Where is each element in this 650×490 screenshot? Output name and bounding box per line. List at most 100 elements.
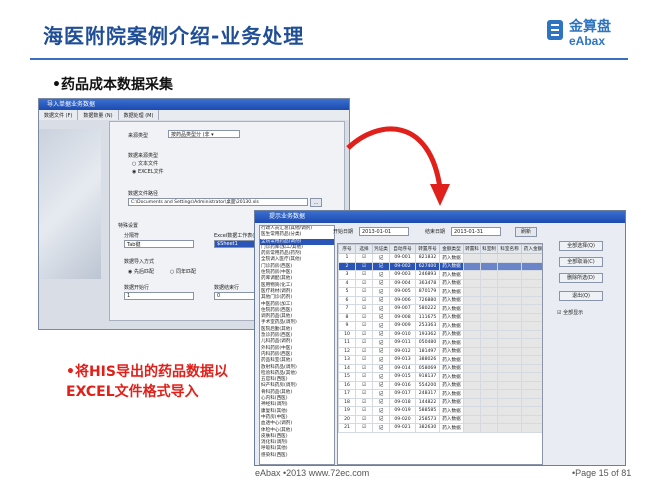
tab-data-file[interactable]: 数据文件 (F) — [39, 110, 79, 120]
table-row[interactable]: 19 ☑ 记 09-019 588585 药入数据 — [338, 406, 542, 416]
table-cell-redacted — [497, 338, 522, 348]
end-date-input[interactable]: 2013-01-31 — [451, 227, 501, 236]
table-cell: 09-020 — [389, 414, 416, 424]
table-row[interactable]: 8 ☑ 记 09-008 111675 药入数据 — [338, 312, 542, 322]
table-row[interactable]: 1 ☑ 记 09-001 821832 药入数据 — [338, 253, 542, 263]
grid-column-header[interactable]: 选择 — [355, 244, 373, 254]
table-cell: 9 — [338, 321, 356, 331]
table-cell: 记 — [372, 338, 390, 348]
table-row[interactable]: 21 ☑ 记 09-021 382630 药入数据 — [338, 423, 542, 433]
table-cell-redacted — [463, 346, 481, 356]
table-cell: 3 — [338, 270, 356, 280]
table-row[interactable]: 2 ☑ 记 09-002 627400 药入数据 — [338, 261, 542, 271]
radio-mode-b[interactable]: ○ 同年匹配 — [170, 268, 196, 275]
category-tree[interactable]: 行政人员汇总(其他/调剂) 医生常用药品(分类) 全院常用药品(调剂) 门诊药库(加工… — [259, 225, 335, 465]
table-cell: 1 — [338, 253, 356, 263]
source-type-select[interactable]: 按药品类型分 (非 ▾ — [168, 130, 240, 138]
table-cell: 09-012 — [389, 346, 416, 356]
table-cell: 09-014 — [389, 363, 416, 373]
table-row[interactable]: 20 ☑ 记 09-020 258573 药入数据 — [338, 414, 542, 424]
table-cell: ☑ — [355, 312, 373, 322]
radio-text-file[interactable]: ○ 文本文件 — [132, 160, 158, 167]
tab-data-count[interactable]: 数据数量 (N) — [78, 110, 119, 120]
table-cell-redacted — [480, 304, 498, 314]
curved-arrow-icon — [346, 126, 450, 206]
table-row[interactable]: 4 ☑ 记 09-004 363478 药入数据 — [338, 278, 542, 288]
table-cell: 记 — [372, 389, 390, 399]
grid-column-header[interactable]: 药入金额 — [521, 244, 542, 254]
show-all-checkbox[interactable]: ☑ 全部显示 — [557, 309, 583, 316]
table-row[interactable]: 3 ☑ 记 09-003 246893 药入数据 — [338, 270, 542, 280]
table-cell: 870179 — [415, 287, 440, 297]
table-cell-redacted — [480, 329, 498, 339]
table-row[interactable]: 6 ☑ 记 09-006 726880 药入数据 — [338, 295, 542, 305]
table-cell-redacted — [480, 397, 498, 407]
table-cell-redacted — [521, 304, 542, 314]
grid-column-header[interactable]: 科室名称 — [497, 244, 522, 254]
table-cell: 药入数据 — [439, 372, 464, 382]
path-input[interactable]: C:\Documents and Settings\Administrator\… — [128, 198, 308, 206]
grid-column-header[interactable]: 序号 — [338, 244, 356, 254]
table-cell-redacted — [480, 270, 498, 280]
logo-en: eAbax — [569, 34, 606, 48]
table-cell: 药入数据 — [439, 253, 464, 263]
format-label: 数据来源类型 — [128, 153, 159, 159]
table-cell: ☑ — [355, 329, 373, 339]
browse-button[interactable]: … — [310, 198, 322, 207]
table-cell: 10 — [338, 329, 356, 339]
grid-column-header[interactable]: 金额类型 — [439, 244, 464, 254]
grid-column-header[interactable]: 凭证类 — [372, 244, 390, 254]
table-row[interactable]: 10 ☑ 记 09-010 193362 药入数据 — [338, 329, 542, 339]
table-cell: 记 — [372, 321, 390, 331]
table-cell: ☑ — [355, 414, 373, 424]
table-row[interactable]: 15 ☑ 记 09-015 918137 药入数据 — [338, 372, 542, 382]
table-row[interactable]: 18 ☑ 记 09-018 144822 药入数据 — [338, 397, 542, 407]
grid-column-header[interactable]: 自动序号 — [389, 244, 416, 254]
business-data-grid[interactable]: 序号 选择 凭证类 自动序号 转置序号 金额类型 转置科 科室制 科室名称 药入金额 1 ☑ 记 09-… — [337, 243, 543, 465]
table-row[interactable]: 11 ☑ 记 09-011 050480 药入数据 — [338, 338, 542, 348]
table-row[interactable]: 17 ☑ 记 09-017 248317 药入数据 — [338, 389, 542, 399]
table-row[interactable]: 13 ☑ 记 09-013 388026 药入数据 — [338, 355, 542, 365]
tab-data-process[interactable]: 数据处理 (M) — [119, 110, 160, 120]
select-all-button[interactable]: 全部选择(Q) — [559, 241, 603, 251]
table-row[interactable]: 12 ☑ 记 09-012 181497 药入数据 — [338, 346, 542, 356]
table-cell: 09-005 — [389, 287, 416, 297]
grid-column-header[interactable]: 转置序号 — [415, 244, 440, 254]
table-cell: ☑ — [355, 355, 373, 365]
separator-select[interactable]: Tab键 — [124, 240, 194, 248]
table-cell: 药入数据 — [439, 355, 464, 365]
exit-button[interactable]: 退出(Q) — [559, 291, 603, 301]
deselect-all-button[interactable]: 全部取消(C) — [559, 257, 603, 267]
table-cell: ☑ — [355, 338, 373, 348]
grid-column-header[interactable]: 科室制 — [480, 244, 498, 254]
table-cell: 382630 — [415, 423, 440, 433]
table-cell: 09-008 — [389, 312, 416, 322]
settings-label: 特殊设置 — [118, 223, 139, 229]
table-cell-redacted — [463, 397, 481, 407]
table-cell: 821832 — [415, 253, 440, 263]
table-cell-redacted — [463, 253, 481, 263]
radio-mode-a[interactable]: ◉ 先后匹配 — [128, 268, 154, 275]
table-cell: 09-013 — [389, 355, 416, 365]
table-cell: 药入数据 — [439, 295, 464, 305]
table-cell: 246893 — [415, 270, 440, 280]
table-cell: ☑ — [355, 287, 373, 297]
table-cell: 09-018 — [389, 397, 416, 407]
grid-column-header[interactable]: 转置科 — [463, 244, 481, 254]
table-row[interactable]: 14 ☑ 记 09-014 058069 药入数据 — [338, 363, 542, 373]
start-row-input[interactable]: 1 — [124, 292, 194, 300]
table-row[interactable]: 7 ☑ 记 09-007 580222 药入数据 — [338, 304, 542, 314]
tree-item[interactable]: 感染科(西医) — [260, 453, 334, 459]
table-cell-redacted — [480, 261, 498, 271]
delete-selected-button[interactable]: 删除所选(D) — [559, 273, 603, 283]
start-date-input[interactable]: 2013-01-01 — [359, 227, 409, 236]
refresh-button[interactable]: 刷新 — [515, 227, 537, 237]
table-cell-redacted — [497, 380, 522, 390]
table-row[interactable]: 5 ☑ 记 09-005 870179 药入数据 — [338, 287, 542, 297]
table-cell-redacted — [497, 270, 522, 280]
table-cell: ☑ — [355, 304, 373, 314]
radio-excel-file[interactable]: ◉ EXCEL文件 — [132, 168, 164, 175]
table-row[interactable]: 9 ☑ 记 09-009 253363 药入数据 — [338, 321, 542, 331]
table-cell: 363478 — [415, 278, 440, 288]
table-row[interactable]: 16 ☑ 记 09-016 554200 药入数据 — [338, 380, 542, 390]
